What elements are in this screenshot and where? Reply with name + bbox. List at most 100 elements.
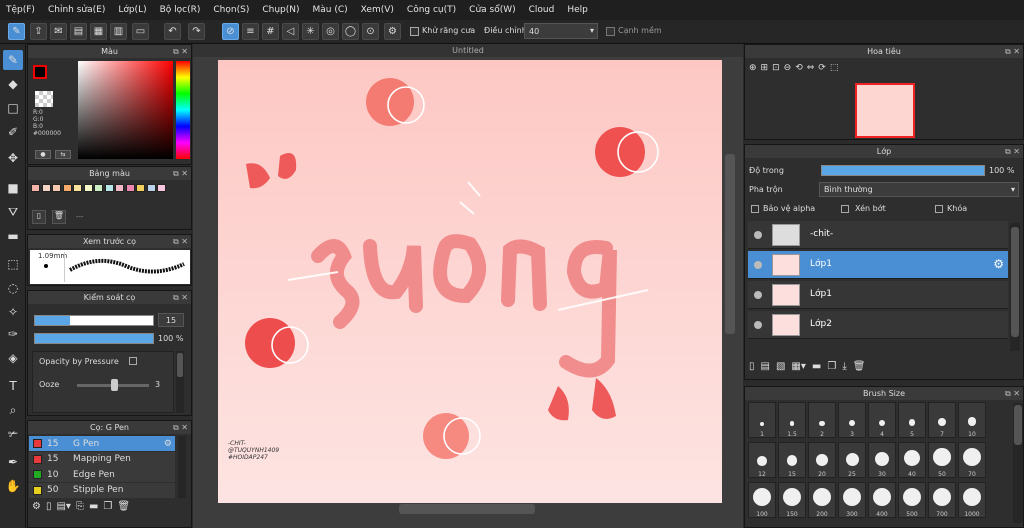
layer-row[interactable]: Lớp1 ⚙ <box>748 251 1008 279</box>
delete-swatch-icon[interactable]: 🗑 <box>52 210 66 224</box>
new-vector-layer-icon[interactable]: ▤ <box>761 361 770 377</box>
comic-icon[interactable]: ▤ <box>70 23 87 40</box>
foreground-color[interactable] <box>33 65 47 79</box>
merge-layer-icon[interactable]: ⤓ <box>842 361 846 377</box>
layer-menu-icon[interactable]: ▦▾ <box>791 361 805 377</box>
brush-item[interactable]: 50 Stipple Pen <box>29 482 175 498</box>
brush-size-cell[interactable]: 15 <box>778 442 806 478</box>
layer-folder-icon[interactable]: ▬ <box>812 361 821 377</box>
brush-size-cell[interactable]: 2 <box>808 402 836 438</box>
brush-tool-icon[interactable]: ✎ <box>3 50 23 70</box>
brush-size-cell[interactable]: 400 <box>868 482 896 518</box>
layer-scrollbar[interactable] <box>1010 223 1020 351</box>
document-canvas[interactable]: -CHIT- @TUQUYNH1409 #HOIDAP247 <box>218 60 722 503</box>
transparent-color[interactable] <box>35 91 53 107</box>
divider-tool-icon[interactable]: ✃ <box>3 424 23 444</box>
layer-gear-icon[interactable]: ⚙ <box>993 257 1004 271</box>
menu-item[interactable]: Lớp(L) <box>118 5 146 15</box>
rotate-right-icon[interactable]: ⟳ <box>818 63 826 79</box>
ooze-slider-handle[interactable] <box>111 379 118 391</box>
zoom-actual-icon[interactable]: ⊡ <box>772 63 780 79</box>
brush-size-slider[interactable] <box>34 315 154 326</box>
panel-close-icon[interactable]: ⧉ ✕ <box>173 291 188 304</box>
eye-icon[interactable] <box>754 231 762 239</box>
magic-wand-icon[interactable]: ✧ <box>3 302 23 322</box>
panel-close-icon[interactable]: ⧉ ✕ <box>1005 145 1020 158</box>
redo-icon[interactable]: ↷ <box>188 23 205 40</box>
brush-mode-icon[interactable]: ✎ <box>8 23 25 40</box>
brush-size-cell[interactable]: 1000 <box>958 482 986 518</box>
delete-layer-icon[interactable]: 🗑 <box>853 361 866 377</box>
eye-icon[interactable] <box>754 261 762 269</box>
brush-size-cell[interactable]: 150 <box>778 482 806 518</box>
menu-item[interactable]: Công cụ(T) <box>407 5 456 15</box>
correction-select[interactable]: 40 ▾ <box>524 23 598 39</box>
brush-size-cell[interactable]: 1 <box>748 402 776 438</box>
brush-size-cell[interactable]: 25 <box>838 442 866 478</box>
saturation-value-square[interactable] <box>78 61 173 159</box>
menu-item[interactable]: Xem(V) <box>361 5 394 15</box>
ruler-icon[interactable]: ▭ <box>132 23 149 40</box>
lasso-tool-icon[interactable]: ◌ <box>3 278 23 298</box>
reset-view-icon[interactable]: ⬚ <box>830 63 839 79</box>
brush-size-cell[interactable]: 40 <box>898 442 926 478</box>
brush-size-cell[interactable]: 3 <box>838 402 866 438</box>
brush-size-cell[interactable]: 70 <box>958 442 986 478</box>
menu-item[interactable]: Cloud <box>529 5 555 15</box>
bucket-tool-icon[interactable]: ⛛ <box>3 202 23 222</box>
rotate-left-icon[interactable]: ⟲ <box>795 63 803 79</box>
snap-settings-icon[interactable]: ⚙ <box>384 23 401 40</box>
snap-curve-icon[interactable]: ◯ <box>342 23 359 40</box>
frame-tool-icon[interactable]: ⌕ <box>3 400 23 420</box>
text-tool-icon[interactable]: T <box>3 376 23 396</box>
soft-edge-checkbox[interactable] <box>606 27 615 36</box>
brush-size-value[interactable]: 15 <box>158 313 184 327</box>
layer-row[interactable]: Lớp2 <box>748 311 1008 339</box>
panel-close-icon[interactable]: ⧉ ✕ <box>173 167 188 180</box>
brush-size-cell[interactable]: 700 <box>928 482 956 518</box>
brush-size-cell[interactable]: 1.5 <box>778 402 806 438</box>
brush-size-cell[interactable]: 5 <box>898 402 926 438</box>
panel-close-icon[interactable]: ⧉ ✕ <box>173 235 188 248</box>
palette-swatch[interactable] <box>73 184 82 192</box>
palette-swatch[interactable] <box>41 184 51 192</box>
new-brush-icon[interactable]: ▯ <box>46 501 52 517</box>
palette-swatch[interactable] <box>83 184 93 192</box>
brush-item[interactable]: 10 Edge Pen <box>29 467 175 482</box>
layer-row[interactable]: -chit- <box>748 221 1008 249</box>
color-swap-button[interactable]: ⇆ <box>55 150 71 159</box>
brush-size-cell[interactable]: 4 <box>868 402 896 438</box>
palette-swatch[interactable] <box>146 184 156 192</box>
select-eraser-icon[interactable]: ◈ <box>3 348 23 368</box>
undo-icon[interactable]: ↶ <box>164 23 181 40</box>
canvas-v-scrollbar[interactable] <box>725 154 735 334</box>
brush-size-cell[interactable]: 200 <box>808 482 836 518</box>
menu-item[interactable]: Tệp(F) <box>6 5 35 15</box>
select-pen-icon[interactable]: ✑ <box>3 324 23 344</box>
panel-close-icon[interactable]: ⧉ ✕ <box>173 421 188 434</box>
palette-swatch[interactable] <box>104 184 114 192</box>
brush-folder-icon[interactable]: ▬ <box>89 501 98 517</box>
gradient-tool-icon[interactable]: ▬ <box>3 226 23 246</box>
brush-size-cell[interactable]: 12 <box>748 442 776 478</box>
palette-swatch[interactable] <box>157 184 166 192</box>
blend-select[interactable]: Bình thường ▾ <box>819 182 1019 197</box>
brush-size-cell[interactable]: 30 <box>868 442 896 478</box>
snap-off-icon[interactable]: ⊘ <box>222 23 239 40</box>
palette-swatch[interactable] <box>125 184 135 192</box>
canvas-h-scrollbar[interactable] <box>399 504 535 514</box>
brush-settings-icon[interactable]: ⚙ <box>32 501 41 517</box>
eye-icon[interactable] <box>754 291 762 299</box>
palette-swatch[interactable] <box>52 184 61 192</box>
hue-strip[interactable] <box>176 61 190 159</box>
palette-swatch[interactable] <box>94 184 103 192</box>
brush-copy-icon[interactable]: ⎘ <box>76 501 84 517</box>
grid-icon[interactable]: ▥ <box>110 23 127 40</box>
brush-size-cell[interactable]: 20 <box>808 442 836 478</box>
menu-item[interactable]: Cửa sổ(W) <box>469 5 515 15</box>
zoom-in-icon[interactable]: ⊕ <box>749 63 757 79</box>
dot-tool-icon[interactable]: ✐ <box>3 122 23 142</box>
move-tool-icon[interactable]: ✥ <box>3 148 23 168</box>
palette-swatch[interactable] <box>31 184 40 192</box>
flip-icon[interactable]: ⇔ <box>807 63 815 79</box>
